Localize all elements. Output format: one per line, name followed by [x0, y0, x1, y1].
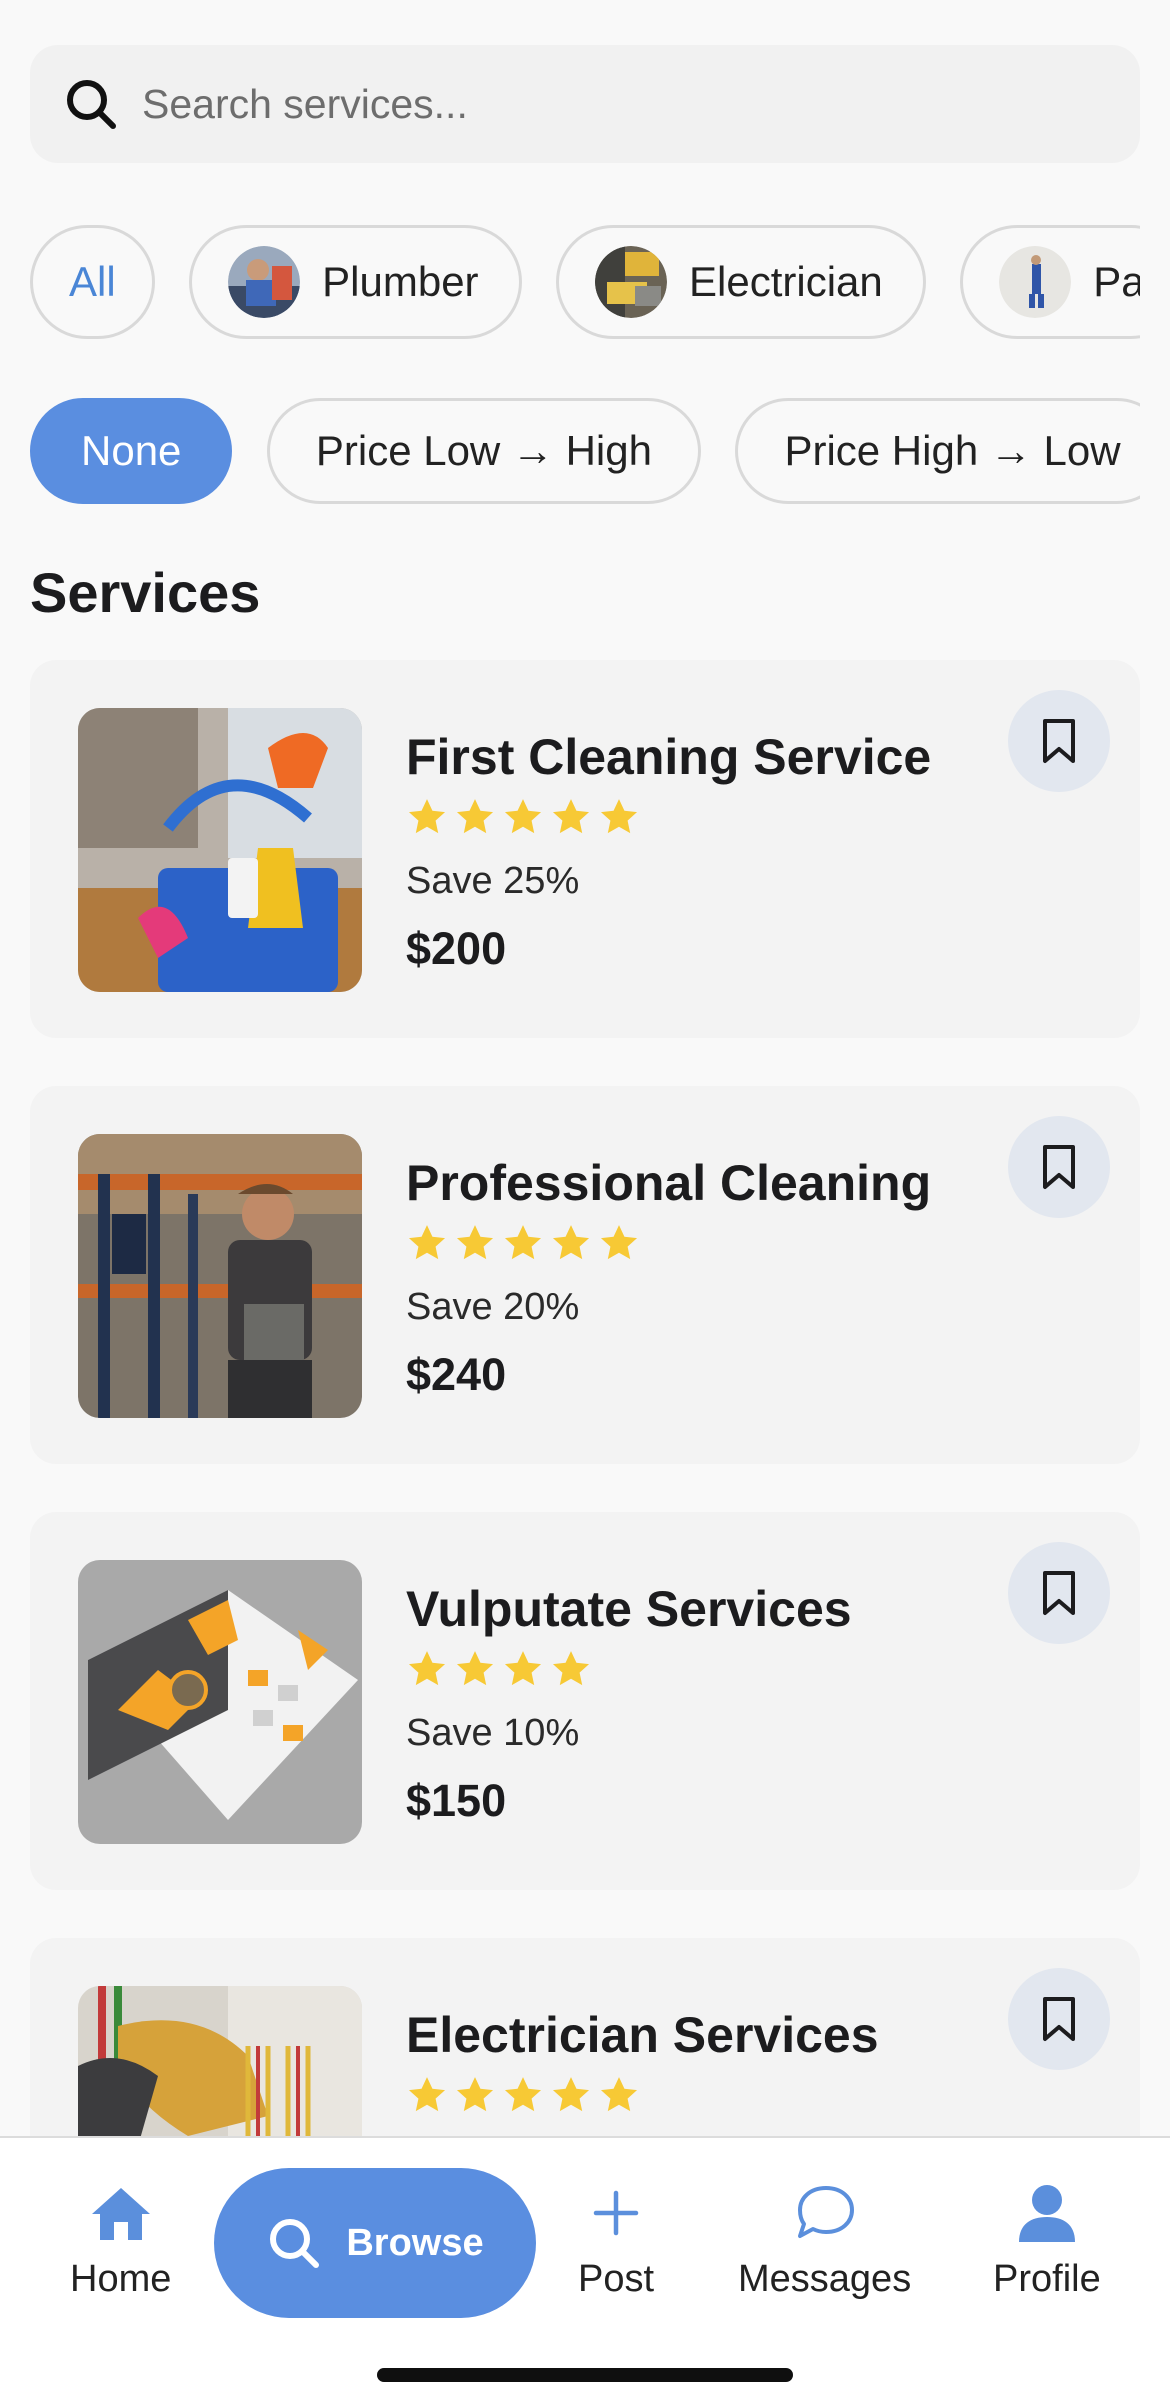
plumber-avatar — [228, 246, 301, 318]
star-icon — [408, 1225, 446, 1260]
service-name: Vulputate Services — [406, 1581, 852, 1637]
tab-label: Browse — [346, 2221, 484, 2264]
category-label: Pa — [1093, 258, 1140, 305]
star-icon — [456, 799, 494, 834]
category-label: All — [69, 258, 116, 305]
bookmark-button[interactable] — [1008, 1542, 1110, 1644]
painter-avatar — [999, 246, 1072, 318]
sort-chip-price-high-low[interactable]: Price High → Low — [735, 398, 1140, 504]
star-icon — [504, 799, 542, 834]
star-rating — [406, 1222, 646, 1264]
service-image-brochure — [78, 1560, 362, 1844]
service-discount: Save 20% — [406, 1286, 580, 1328]
service-name: Professional Cleaning — [406, 1155, 932, 1211]
sort-chip-none[interactable]: None — [30, 398, 233, 504]
category-filter-row: All Plumber Electrician Pa — [30, 225, 1140, 339]
star-icon — [552, 2077, 590, 2112]
star-icon — [456, 2077, 494, 2112]
star-icon — [504, 1225, 542, 1260]
search-icon — [67, 80, 116, 129]
star-icon — [600, 2077, 638, 2112]
search-bar[interactable] — [30, 45, 1140, 163]
category-label: Electrician — [689, 258, 883, 305]
sort-label: None — [81, 427, 182, 474]
star-icon — [600, 1225, 638, 1260]
service-name: First Cleaning Service — [406, 729, 932, 785]
bookmark-button[interactable] — [1008, 1968, 1110, 2070]
service-image-warehouse-worker — [78, 1134, 362, 1418]
search-input[interactable] — [140, 79, 1044, 129]
tab-label: Messages — [738, 2258, 912, 2300]
star-icon — [408, 2077, 446, 2112]
tab-browse[interactable]: Browse — [214, 2168, 536, 2318]
category-chip-all[interactable]: All — [30, 225, 155, 339]
star-icon — [408, 1651, 446, 1686]
star-icon — [504, 2077, 542, 2112]
star-icon — [552, 1225, 590, 1260]
tab-label: Home — [70, 2258, 172, 2300]
home-icon — [91, 2188, 150, 2240]
star-icon — [456, 1225, 494, 1260]
service-price: $240 — [406, 1349, 507, 1400]
star-rating — [406, 796, 646, 838]
bookmark-button[interactable] — [1008, 690, 1110, 792]
bookmark-button[interactable] — [1008, 1116, 1110, 1218]
tab-messages[interactable]: Messages — [738, 2182, 911, 2301]
tab-label: Profile — [993, 2258, 1101, 2300]
services-list: First Cleaning Service Save 25% $200 Pro… — [30, 660, 1140, 2364]
category-chip-painter[interactable]: Pa — [960, 225, 1140, 339]
star-icon — [552, 799, 590, 834]
star-icon — [408, 799, 446, 834]
category-chip-electrician[interactable]: Electrician — [556, 225, 926, 339]
service-name: Electrician Services — [406, 2007, 879, 2063]
star-rating — [406, 1648, 598, 1690]
person-icon — [1018, 2185, 1075, 2242]
sort-filter-row: None Price Low → High Price High → Low — [30, 398, 1140, 504]
tab-home[interactable]: Home — [70, 2182, 171, 2301]
category-label: Plumber — [322, 258, 479, 305]
bookmark-icon — [1043, 719, 1075, 763]
service-card[interactable]: Professional Cleaning Save 20% $240 — [30, 1086, 1140, 1464]
bookmark-icon — [1043, 1997, 1075, 2041]
sort-label: Price High → Low — [784, 427, 1121, 474]
chat-bubble-icon — [797, 2186, 854, 2238]
service-image-cleaning-basket — [78, 708, 362, 992]
sort-chip-price-low-high[interactable]: Price Low → High — [266, 398, 701, 504]
star-rating — [406, 2074, 646, 2116]
category-chip-plumber[interactable]: Plumber — [189, 225, 522, 339]
search-icon — [270, 2219, 320, 2268]
bookmark-icon — [1043, 1571, 1075, 1615]
star-icon — [456, 1651, 494, 1686]
electrician-avatar — [595, 246, 667, 318]
service-card[interactable]: Vulputate Services Save 10% $150 — [30, 1512, 1140, 1890]
star-icon — [600, 799, 638, 834]
star-icon — [504, 1651, 542, 1686]
tab-post[interactable]: Post — [578, 2182, 654, 2301]
sort-label: Price Low → High — [315, 427, 652, 474]
service-discount: Save 25% — [406, 860, 580, 902]
service-card[interactable]: First Cleaning Service Save 25% $200 — [30, 660, 1140, 1038]
section-title: Services — [30, 561, 261, 624]
service-discount: Save 10% — [406, 1712, 580, 1754]
plus-icon — [593, 2190, 639, 2236]
tab-profile[interactable]: Profile — [993, 2182, 1101, 2301]
home-indicator — [377, 2368, 793, 2382]
service-price: $150 — [406, 1775, 507, 1826]
bookmark-icon — [1043, 1145, 1075, 1189]
tab-label: Post — [578, 2258, 655, 2300]
service-price: $200 — [406, 923, 507, 974]
star-icon — [552, 1651, 590, 1686]
